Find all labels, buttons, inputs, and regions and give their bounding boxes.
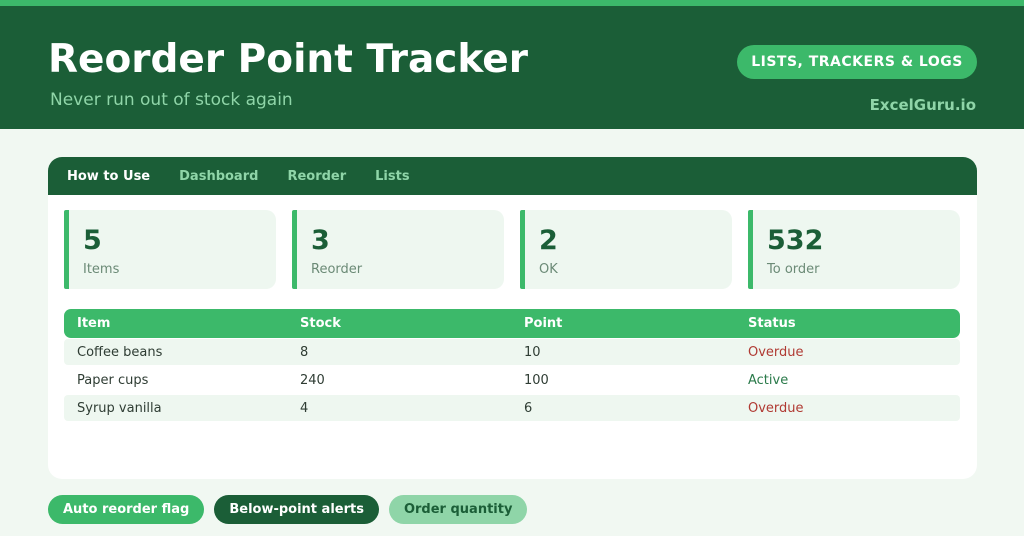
stat-card-reorder: 3 Reorder bbox=[292, 210, 504, 289]
table-row[interactable]: Paper cups 240 100 Active bbox=[64, 367, 960, 393]
stat-value: 5 bbox=[83, 225, 102, 256]
chip-below-point-alerts[interactable]: Below-point alerts bbox=[214, 495, 379, 524]
cell-stock: 240 bbox=[300, 372, 325, 388]
cell-point: 6 bbox=[524, 400, 533, 416]
feature-chips: Auto reorder flag Below-point alerts Ord… bbox=[48, 495, 528, 524]
table-header: Item Stock Point Status bbox=[64, 309, 960, 338]
stat-value: 2 bbox=[539, 225, 558, 256]
cell-point: 100 bbox=[524, 372, 549, 388]
chip-order-quantity[interactable]: Order quantity bbox=[388, 495, 528, 524]
stat-card-to-order: 532 To order bbox=[748, 210, 960, 289]
column-header-point[interactable]: Point bbox=[512, 316, 736, 331]
cell-item: Syrup vanilla bbox=[77, 400, 162, 416]
category-badge[interactable]: LISTS, TRACKERS & LOGS bbox=[737, 45, 977, 79]
cell-status: Overdue bbox=[748, 400, 804, 416]
cell-item: Paper cups bbox=[77, 372, 149, 388]
cell-item: Coffee beans bbox=[77, 344, 163, 360]
cell-status: Overdue bbox=[748, 344, 804, 360]
stat-card-ok: 2 OK bbox=[520, 210, 732, 289]
cell-stock: 8 bbox=[300, 344, 309, 360]
stat-value: 532 bbox=[767, 225, 824, 256]
tab-bar: How to Use Dashboard Reorder Lists bbox=[48, 157, 977, 195]
stat-label: OK bbox=[539, 262, 558, 277]
page-title: Reorder Point Tracker bbox=[48, 37, 528, 82]
cell-status: Active bbox=[748, 372, 789, 388]
column-header-status[interactable]: Status bbox=[736, 316, 960, 331]
tab-lists[interactable]: Lists bbox=[375, 169, 409, 184]
tab-reorder[interactable]: Reorder bbox=[287, 169, 346, 184]
page-subtitle: Never run out of stock again bbox=[50, 90, 293, 110]
table-row[interactable]: Coffee beans 8 10 Overdue bbox=[64, 339, 960, 365]
tracker-card: How to Use Dashboard Reorder Lists 5 Ite… bbox=[48, 157, 977, 479]
brand-label: ExcelGuru.io bbox=[869, 96, 976, 114]
stock-table: Item Stock Point Status Coffee beans 8 1… bbox=[64, 309, 960, 421]
stat-card-items: 5 Items bbox=[64, 210, 276, 289]
chip-auto-reorder-flag[interactable]: Auto reorder flag bbox=[48, 495, 205, 524]
stat-value: 3 bbox=[311, 225, 330, 256]
column-header-item[interactable]: Item bbox=[64, 316, 288, 331]
stat-label: Reorder bbox=[311, 262, 363, 277]
stats-row: 5 Items 3 Reorder 2 OK 532 To order bbox=[64, 210, 960, 289]
cell-stock: 4 bbox=[300, 400, 309, 416]
stat-label: To order bbox=[767, 262, 820, 277]
tab-dashboard[interactable]: Dashboard bbox=[179, 169, 258, 184]
column-header-stock[interactable]: Stock bbox=[288, 316, 512, 331]
page-header: Reorder Point Tracker Never run out of s… bbox=[0, 6, 1024, 129]
cell-point: 10 bbox=[524, 344, 541, 360]
stat-label: Items bbox=[83, 262, 120, 277]
tab-how-to-use[interactable]: How to Use bbox=[67, 169, 150, 184]
table-row[interactable]: Syrup vanilla 4 6 Overdue bbox=[64, 395, 960, 421]
